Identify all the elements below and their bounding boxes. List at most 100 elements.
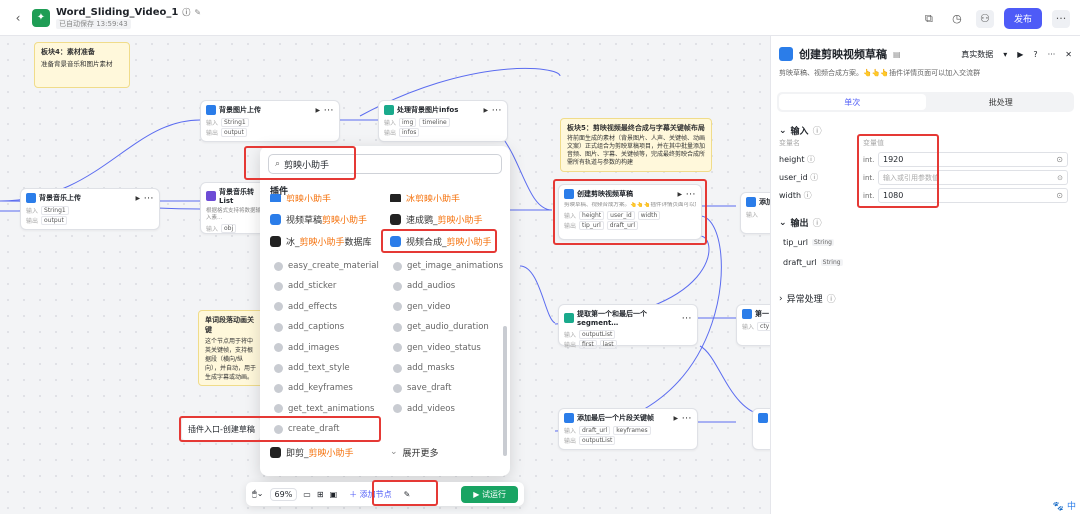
node-add-last-keyframe[interactable]: 添加最后一个片段关键帧 ▶ ··· 输入 draft_url keyframes 输出… [558,408,698,450]
plugin-function-item[interactable]: add_masks [393,361,455,375]
reference-icon[interactable]: ⊙ [1057,174,1063,182]
plugin-function-item[interactable]: add_images [274,341,339,355]
run-node-icon[interactable]: ▶ ··· [315,107,334,114]
comment-icon[interactable]: ▭ [303,490,311,499]
output-var: first [579,340,597,349]
function-name: add_effects [288,301,337,312]
play-icon: ▶ [473,489,482,499]
function-name: save_draft [407,383,452,394]
expand-more-button[interactable]: ⌄ 展开更多 [390,445,439,459]
function-icon [274,261,283,271]
note-block4-title: 板块4：素材准备 [41,48,95,56]
function-icon [274,383,283,393]
input-label: 输入 [564,428,577,435]
plugin-function-item[interactable]: save_draft [393,381,451,395]
highlight-add-node [372,480,438,506]
close-icon[interactable]: ✕ [1065,50,1072,59]
more-icon[interactable]: ··· [1048,50,1056,59]
plugin-name-highlight: 剪映小助手 [299,237,345,248]
reference-icon[interactable]: ⊙ [1056,155,1063,164]
plugin-function-item[interactable]: add_keyframes [274,381,353,395]
input-var: keyframes [613,426,651,435]
input-title: 输入 [790,127,809,137]
node-bg-music-upload[interactable]: 背景音乐上传 ▶ ··· 输入 String1 输出 output [20,188,160,230]
info-icon[interactable]: ⓘ [182,7,190,18]
zoom-select[interactable]: 69% [269,487,298,501]
function-name: add_images [288,342,340,353]
chevron-down-icon[interactable]: ▾ [1003,50,1007,59]
plugin-function-item[interactable]: get_text_animations [274,402,374,416]
output-row: draft_url String [783,258,843,267]
plugin-item[interactable]: 冰剪映小助手 [390,194,460,202]
note-word-animation[interactable]: 单词段落动画关键 这个节点用于将中英关键帧，支持根据段（横向/纵向），并自动，用… [198,310,264,386]
plugin-function-item[interactable]: get_audio_duration [393,320,489,334]
plugin-item-jijian[interactable]: 即剪_ 剪映小助手 [270,445,354,459]
output-section-header[interactable]: ⌄ 输出 ⓘ [779,216,822,230]
node-title: 背景图片上传 [219,106,261,114]
plugin-function-item[interactable]: get_image_animations [393,259,503,273]
run-node-icon[interactable]: ▶ ··· [135,195,154,202]
output-name: tip_url [783,238,809,247]
error-title: 异常处理 [786,295,823,305]
plugin-item-bing-db[interactable]: 冰_ 剪映小助手 数据库 [270,234,372,248]
reference-icon[interactable]: ⊙ [1056,191,1063,200]
publish-button[interactable]: 发布 [1003,8,1042,29]
function-name: gen_video_status [407,342,481,353]
note-block4[interactable]: 板块4：素材准备 准备背景音乐和图片素材 [34,42,130,88]
plugin-function-item[interactable]: add_text_style [274,361,350,375]
plugin-item[interactable]: 剪映小助手 [270,194,331,202]
node-process-bg-images[interactable]: 处理背景图片infos ▶ ··· 输入 img timeline 输出 infos [378,100,508,142]
copy-icon[interactable]: ⧉ [920,10,938,28]
tab-batch[interactable]: 批处理 [928,92,1075,112]
history-icon[interactable]: ◷ [948,10,966,28]
collaborator-icon[interactable]: ⚇ [975,9,994,28]
error-handling-section[interactable]: › 异常处理 ⓘ [779,292,836,306]
plugin-item-speed-assistant[interactable]: 速成鹦_ 剪映小助手 [390,212,483,226]
plugin-function-item[interactable]: add_captions [274,320,344,334]
minimap-icon[interactable]: ▣ [330,490,338,499]
plugin-function-item[interactable]: gen_video_status [393,341,481,355]
more-icon[interactable]: ··· [682,315,692,322]
plugin-name-prefix: 即剪_ [286,448,309,459]
run-node-icon[interactable]: ▶ ··· [673,415,692,422]
doc-icon[interactable]: ▤ [893,50,901,59]
edit-icon[interactable]: ✎ [194,8,201,17]
function-name: add_masks [407,363,455,373]
tab-single[interactable]: 单次 [779,94,926,110]
input-label: 输入 [26,208,39,215]
node-bg-image-upload[interactable]: 背景图片上传 ▶ ··· 输入 String1 输出 output [200,100,340,142]
run-icon[interactable]: ▶ [1017,50,1023,59]
note-block5-title: 板块5：剪映视频最终合成与字幕关键帧布局 [567,124,705,132]
jianying-icon [746,197,756,207]
code-icon [564,313,574,323]
help-icon[interactable]: ? [1033,50,1037,59]
node-extract-first-last[interactable]: 提取第一个和最后一个segment… ··· 输入 outputList 输出 fir… [558,304,698,349]
layout-icon[interactable]: ⊞ [317,490,324,499]
plugin-name-highlight: 剪映小助手 [437,215,483,226]
note-block5[interactable]: 板块5：剪映视频最终合成与字幕关键帧布局 将前面生成的素材（背景图片、人声、关键… [560,118,712,172]
data-mode-select[interactable]: 真实数据 [961,49,993,60]
panel-title: 创建剪映视频草稿 [799,48,887,61]
plugin-function-item[interactable]: easy_create_material [274,259,379,273]
input-section-header[interactable]: ⌄ 输入 ⓘ [779,124,822,138]
highlight-input-params [857,134,939,208]
output-title: 输出 [790,219,809,229]
plugin-function-item[interactable]: add_audios [393,279,455,293]
plugin-function-item[interactable]: gen_video [393,300,450,314]
plugin-item-draft-assistant[interactable]: 视频草稿 剪映小助手 [270,212,367,226]
node-title: 添加最后一个片段关键帧 [577,414,654,422]
test-run-button[interactable]: ▶ 试运行 [461,485,518,503]
plugin-function-item[interactable]: add_sticker [274,279,336,293]
top-bar: ‹ ✦ Word_Sliding_Video_1 ⓘ ✎ 已自动保存 13:59… [0,0,1080,36]
back-arrow-icon[interactable]: ‹ [10,11,26,25]
plugin-function-item[interactable]: add_videos [393,402,455,416]
ai-icon [206,191,216,201]
more-menu-button[interactable]: ··· [1052,9,1070,28]
popup-scrollbar[interactable] [503,326,507,456]
workflow-title-block: Word_Sliding_Video_1 ⓘ ✎ 已自动保存 13:59:43 [56,7,201,29]
run-node-icon[interactable]: ▶ ··· [483,107,502,114]
code-icon [384,105,394,115]
plugin-function-item[interactable]: add_effects [274,300,337,314]
node-desc: 根据格式支持将数据输入素… [206,208,262,221]
pointer-mode-icon[interactable]: 🖱⌄ [252,489,264,499]
